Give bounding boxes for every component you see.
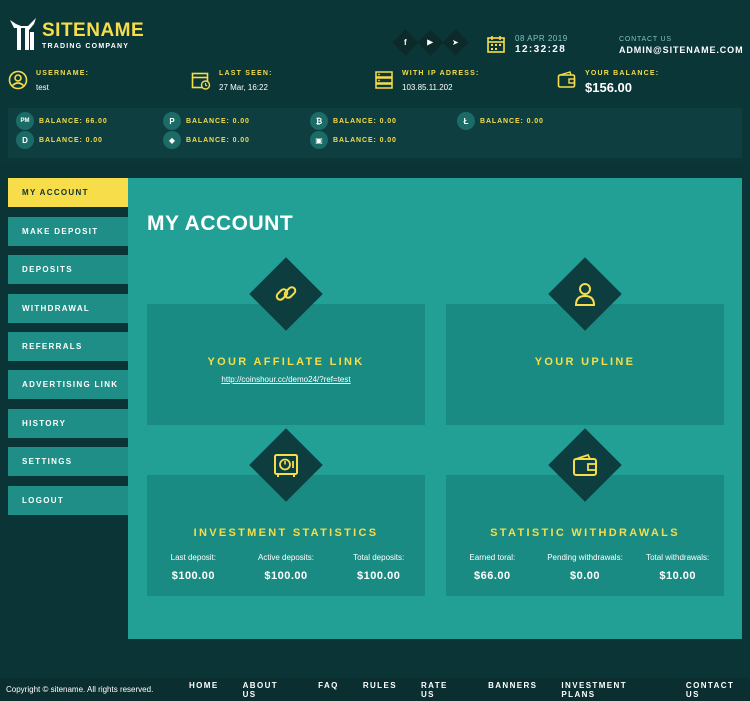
safe-icon: [274, 454, 298, 477]
stat-last-deposit: Last deposit: $100.00: [170, 553, 217, 582]
bull-logo-icon: [10, 18, 36, 50]
footer: Copyright © sitename. All rights reserve…: [0, 678, 750, 701]
investment-title: INVESTMENT STATISTICS: [193, 527, 379, 539]
footer-link-faq[interactable]: FAQ: [318, 681, 339, 699]
sidebar-item-history[interactable]: HISTORY: [8, 409, 128, 438]
sidebar-item-withdrawal[interactable]: WITHDRAWAL: [8, 294, 128, 323]
currency-balances: PM BALANCE: 66.00 P BALANCE: 0.00 ₿ BALA…: [8, 108, 742, 158]
person-icon: [574, 283, 596, 306]
upline-card: YOUR UPLINE: [446, 257, 724, 425]
cash-icon: ▣: [310, 131, 328, 149]
sidebar-item-referrals[interactable]: REFERRALS: [8, 332, 128, 361]
footer-link-rules[interactable]: RULES: [363, 681, 397, 699]
investment-card: INVESTMENT STATISTICS Last deposit: $100…: [147, 428, 425, 596]
telegram-icon[interactable]: ➤: [442, 29, 469, 56]
username-value: test: [36, 83, 49, 92]
footer-link-home[interactable]: HOME: [189, 681, 219, 699]
sidebar-item-settings[interactable]: SETTINGS: [8, 447, 128, 476]
date-time: 08 APR 2019 12:32:28: [487, 33, 568, 55]
facebook-icon[interactable]: f: [392, 29, 419, 56]
bitcoin-icon: ₿: [310, 112, 328, 130]
balance-dash: D BALANCE: 0.00: [16, 131, 103, 149]
balance-value: $156.00: [585, 80, 632, 95]
footer-link-investment-plans[interactable]: INVESTMENT PLANS: [561, 681, 662, 699]
contact-label: CONTACT US: [619, 36, 672, 43]
footer-link-banners[interactable]: BANNERS: [488, 681, 537, 699]
last-seen-info: LAST SEEN: 27 Mar, 16:22: [191, 68, 273, 94]
stat-active-deposits: Active deposits: $100.00: [257, 553, 315, 582]
card-badge: [548, 428, 622, 502]
balance-ethereum: ◆ BALANCE: 0.00: [163, 131, 250, 149]
affiliate-link[interactable]: http://coinshour.cc/demo24/?ref=test: [147, 375, 425, 384]
card-badge: [548, 257, 622, 331]
ip-value: 103.85.11.202: [402, 83, 453, 92]
link-icon: [275, 286, 297, 301]
current-date: 08 APR 2019: [515, 34, 568, 43]
balance-litecoin: Ł BALANCE: 0.00: [457, 112, 544, 130]
brand-tagline: TRADING COMPANY: [42, 42, 130, 50]
user-icon: [8, 70, 28, 90]
calendar-icon: [487, 36, 505, 53]
ip-label: WITH IP ADRESS:: [402, 70, 480, 77]
balance-bitcoin: ₿ BALANCE: 0.00: [310, 112, 397, 130]
sidebar-item-my-account[interactable]: MY ACCOUNT: [8, 178, 144, 207]
withdrawals-title: STATISTIC WITHDRAWALS: [490, 527, 680, 539]
litecoin-icon: Ł: [457, 112, 475, 130]
last-seen-value: 27 Mar, 16:22: [219, 83, 268, 92]
stat-total-deposits: Total deposits: $100.00: [353, 553, 405, 582]
upline-title: YOUR UPLINE: [534, 356, 636, 368]
card-badge: [249, 428, 323, 502]
copyright: Copyright © sitename. All rights reserve…: [6, 685, 154, 694]
balance-perfect-money: PM BALANCE: 66.00: [16, 112, 108, 130]
brand-name: SITENAME: [42, 19, 145, 41]
stat-pending-withdrawals: Pending withdrawals: $0.00: [547, 553, 623, 582]
affiliate-title: YOUR AFFILATE LINK: [207, 356, 365, 368]
balance-payeer: P BALANCE: 0.00: [163, 112, 250, 130]
last-seen-label: LAST SEEN:: [219, 70, 273, 77]
footer-link-about[interactable]: ABOUT US: [243, 681, 295, 699]
current-time: 12:32:28: [515, 44, 567, 55]
stat-total-withdrawals: Total withdrawals: $10.00: [646, 553, 710, 582]
username-label: USERNAME:: [36, 70, 90, 77]
balance-label: YOUR BALANCE:: [585, 70, 660, 77]
withdrawal-stats: Earned toral: $66.00 Pending withdrawals…: [446, 553, 724, 582]
username-info: USERNAME: test: [8, 68, 89, 94]
server-icon: [375, 71, 393, 89]
main-panel: MY ACCOUNT YOUR AFFILATE LINK http://coi…: [128, 178, 742, 639]
sidebar-item-make-deposit[interactable]: MAKE DEPOSIT: [8, 217, 128, 246]
balance-cash: ▣ BALANCE: 0.00: [310, 131, 397, 149]
balance-info: YOUR BALANCE: $156.00: [557, 68, 659, 94]
perfect-money-icon: PM: [16, 112, 34, 130]
page-title: MY ACCOUNT: [147, 212, 294, 235]
ethereum-icon: ◆: [163, 131, 181, 149]
footer-nav: HOME ABOUT US FAQ RULES RATE US BANNERS …: [189, 681, 750, 699]
sidebar-item-logout[interactable]: LOGOUT: [8, 486, 128, 515]
payeer-icon: P: [163, 112, 181, 130]
withdrawals-card: STATISTIC WITHDRAWALS Earned toral: $66.…: [446, 428, 724, 596]
wallet-icon: [557, 71, 576, 88]
calendar-clock-icon: [191, 72, 211, 90]
wallet-icon: [573, 453, 597, 476]
stat-earned-total: Earned toral: $66.00: [469, 553, 516, 582]
sidebar-item-advertising-link[interactable]: ADVERTISING LINK: [8, 370, 128, 399]
top-header: SITENAME TRADING COMPANY f ▶ ➤ 08 APR 20…: [0, 0, 750, 165]
footer-link-rate-us[interactable]: RATE US: [421, 681, 464, 699]
contact-email[interactable]: ADMIN@SITENAME.COM: [619, 45, 743, 55]
youtube-icon[interactable]: ▶: [417, 29, 444, 56]
ip-info: WITH IP ADRESS: 103.85.11.202: [374, 68, 480, 94]
dash-icon: D: [16, 131, 34, 149]
contact-info: CONTACT US ADMIN@SITENAME.COM: [619, 35, 743, 55]
affiliate-card: YOUR AFFILATE LINK http://coinshour.cc/d…: [147, 257, 425, 425]
footer-link-contact[interactable]: CONTACT US: [686, 681, 750, 699]
sidebar-item-deposits[interactable]: DEPOSITS: [8, 255, 128, 284]
investment-stats: Last deposit: $100.00 Active deposits: $…: [147, 553, 425, 582]
card-badge: [249, 257, 323, 331]
social-links: f ▶ ➤: [392, 29, 469, 56]
site-logo[interactable]: SITENAME TRADING COMPANY: [8, 18, 144, 52]
